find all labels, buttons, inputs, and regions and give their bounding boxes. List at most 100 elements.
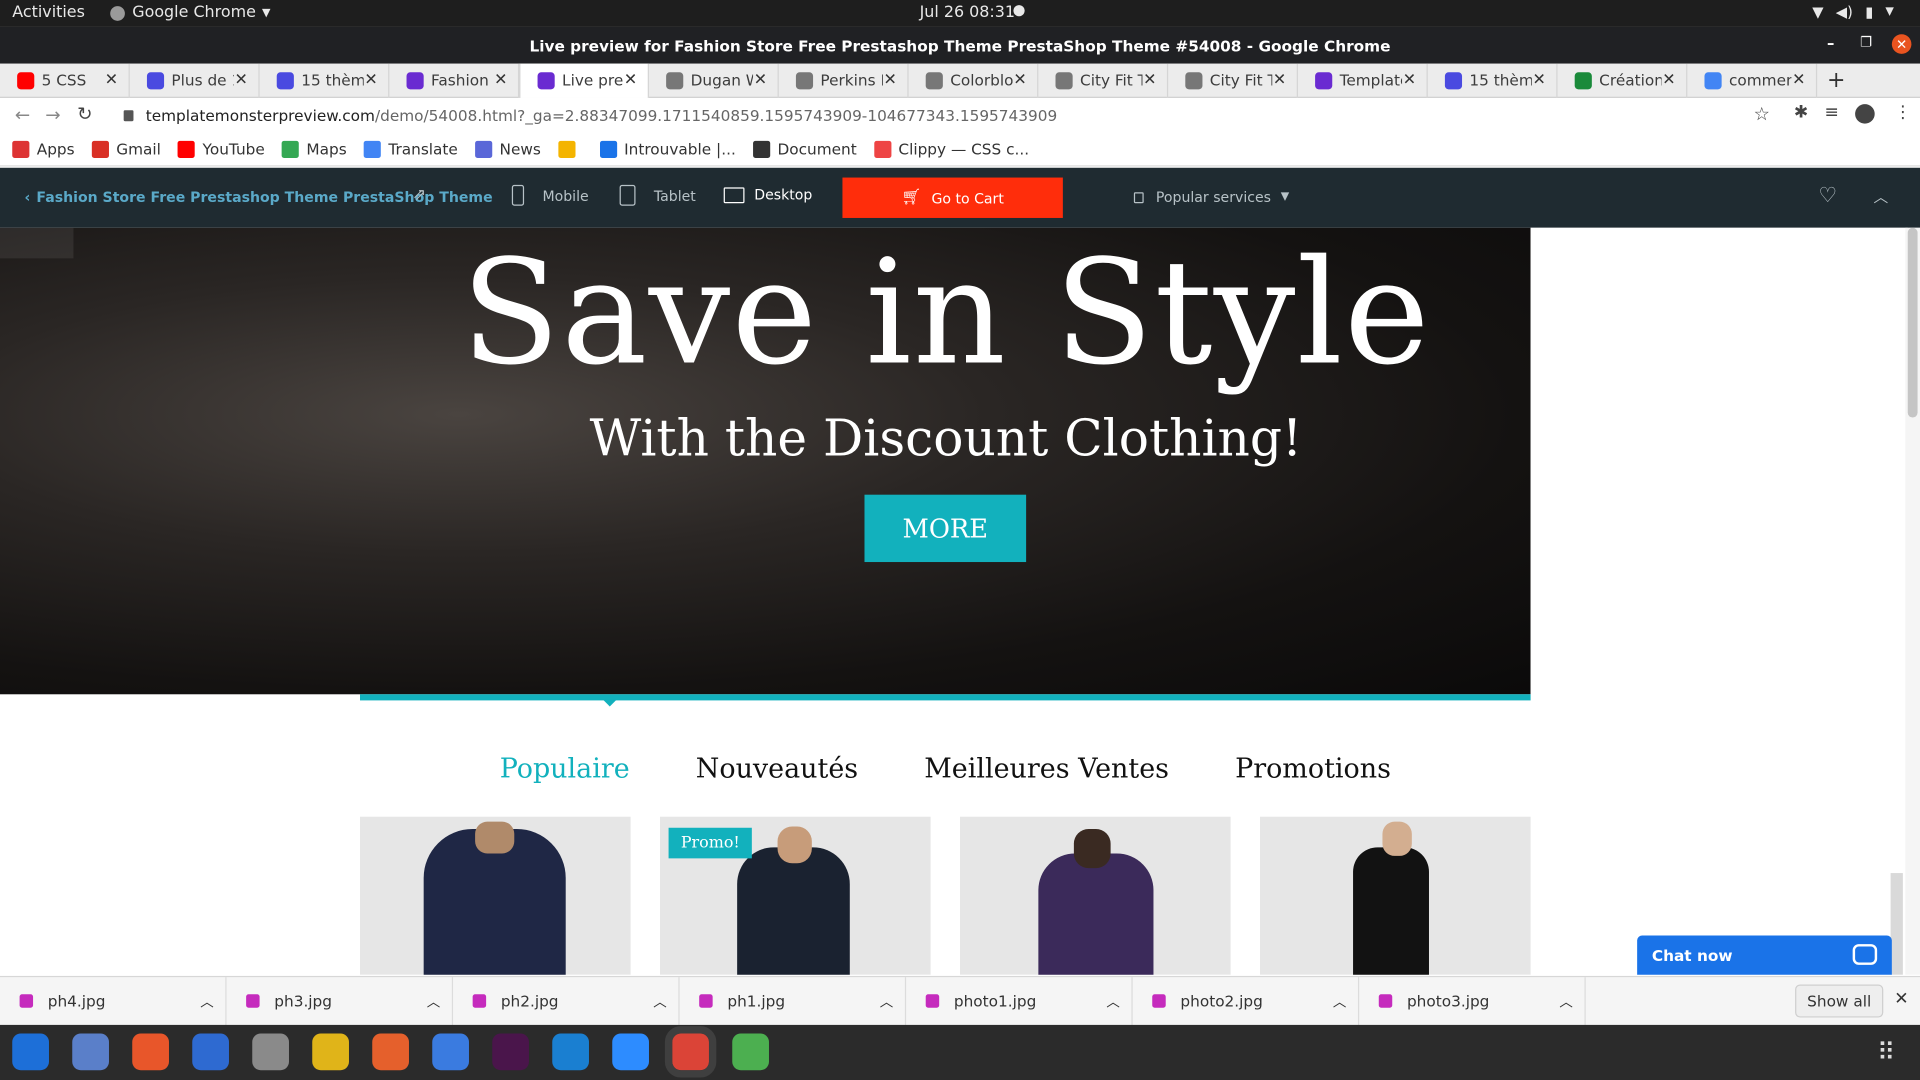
product-card[interactable] — [960, 816, 1231, 975]
app-menu[interactable]: Google Chrome ▼ — [110, 4, 270, 22]
chromium-icon[interactable] — [432, 1033, 469, 1071]
page-scrollbar[interactable] — [1905, 227, 1920, 975]
bookmark-item[interactable]: News — [475, 140, 541, 158]
product-card[interactable] — [360, 816, 631, 975]
product-card[interactable]: Promo! — [660, 816, 931, 975]
product-card[interactable] — [1260, 816, 1531, 975]
chevron-up-icon[interactable]: ︿ — [642, 991, 679, 1011]
tablet-view-button[interactable]: Tablet — [619, 184, 696, 206]
chat-now-widget[interactable]: Chat now — [1637, 935, 1892, 975]
kebab-menu-icon[interactable]: ⋮ — [1894, 103, 1911, 123]
tab-close-icon[interactable]: ✕ — [364, 71, 379, 89]
download-item[interactable]: ph4.jpg ︿ — [0, 976, 227, 1026]
external-link-icon[interactable]: ⇗ — [413, 186, 426, 204]
show-all-button[interactable]: Show all — [1795, 984, 1884, 1018]
browser-tab[interactable]: Live previ✕ — [519, 63, 649, 98]
download-item[interactable]: ph2.jpg ︿ — [453, 976, 680, 1026]
new-tab-button[interactable]: + — [1827, 67, 1845, 93]
software-center-icon[interactable] — [372, 1033, 409, 1071]
activities-button[interactable]: Activities — [12, 4, 85, 22]
rhythmbox-icon[interactable] — [312, 1033, 349, 1071]
tab-close-icon[interactable]: ✕ — [1662, 71, 1677, 89]
browser-tab[interactable]: 5 CSS ✕ — [0, 63, 130, 98]
chevron-up-icon[interactable]: ︿ — [1095, 991, 1132, 1011]
product-tab[interactable]: Meilleures Ventes — [924, 754, 1169, 785]
tab-close-icon[interactable]: ✕ — [1791, 71, 1806, 89]
web-app-icon[interactable] — [732, 1033, 769, 1071]
zoom-icon[interactable] — [612, 1033, 649, 1071]
star-icon[interactable]: ☆ — [1753, 103, 1769, 125]
tab-close-icon[interactable]: ✕ — [753, 71, 768, 89]
tab-close-icon[interactable]: ✕ — [234, 71, 249, 89]
back-arrow-icon[interactable]: ← — [15, 104, 30, 126]
vscode-icon[interactable] — [552, 1033, 589, 1071]
browser-tab[interactable]: Fashion S✕ — [389, 63, 520, 98]
download-item[interactable]: ph1.jpg ︿ — [680, 976, 907, 1026]
download-item[interactable]: photo3.jpg ︿ — [1359, 976, 1586, 1026]
download-item[interactable]: photo2.jpg ︿ — [1133, 976, 1360, 1026]
mobile-view-button[interactable]: Mobile — [511, 184, 589, 206]
go-to-cart-button[interactable]: 🛒︎ Go to Cart — [842, 177, 1063, 218]
tab-close-icon[interactable]: ✕ — [1013, 71, 1028, 89]
chrome-icon[interactable] — [664, 1026, 717, 1078]
browser-tab[interactable]: Création ✕ — [1558, 63, 1688, 98]
forward-arrow-icon[interactable]: → — [45, 104, 60, 126]
bookmark-item[interactable]: Maps — [281, 140, 347, 158]
product-tab[interactable]: Promotions — [1235, 754, 1391, 785]
bookmark-item[interactable]: Apps — [12, 140, 75, 158]
firefox-icon[interactable] — [132, 1033, 169, 1071]
collapse-bar-icon[interactable]: ︿ — [1873, 186, 1888, 207]
tab-close-icon[interactable]: ✕ — [104, 71, 119, 89]
tab-close-icon[interactable]: ✕ — [1142, 71, 1157, 89]
translate-app-icon[interactable] — [72, 1033, 109, 1071]
scrollbar-thumb[interactable] — [1907, 227, 1918, 418]
show-applications-icon[interactable]: ⠿ — [1877, 1037, 1895, 1066]
tab-close-icon[interactable]: ✕ — [1272, 71, 1287, 89]
tab-close-icon[interactable]: ✕ — [1402, 71, 1417, 89]
slack-icon[interactable] — [492, 1033, 529, 1071]
chevron-up-icon[interactable]: ︿ — [1548, 991, 1585, 1011]
download-item[interactable]: ph3.jpg ︿ — [227, 976, 454, 1026]
download-item[interactable]: photo1.jpg ︿ — [906, 976, 1133, 1026]
minimize-icon[interactable]: – — [1827, 34, 1834, 51]
close-window-icon[interactable]: ✕ — [1891, 34, 1912, 54]
bookmark-item[interactable]: Clippy — CSS c... — [873, 140, 1029, 158]
browser-tab[interactable]: Plus de 1✕ — [130, 63, 260, 98]
bookmark-item[interactable]: Translate — [363, 140, 458, 158]
system-tray[interactable]: ▼ ◀) ▮ ▼ — [1812, 4, 1894, 21]
browser-tab[interactable]: comment✕ — [1687, 63, 1818, 98]
browser-tab[interactable]: City Fit Tu✕ — [1168, 63, 1298, 98]
reload-icon[interactable]: ↻ — [77, 103, 92, 125]
more-button[interactable]: MORE — [864, 494, 1027, 563]
product-tab[interactable]: Populaire — [500, 754, 630, 785]
chevron-up-icon[interactable]: ︿ — [1321, 991, 1358, 1011]
browser-tab[interactable]: City Fit Tu✕ — [1038, 63, 1169, 98]
omnibox[interactable]: templatemonsterpreview.com/demo/54008.ht… — [108, 102, 1783, 129]
desktop-view-button[interactable]: Desktop — [723, 186, 812, 203]
maximize-icon[interactable]: ❐ — [1860, 34, 1872, 50]
close-downloads-icon[interactable]: ✕ — [1894, 989, 1908, 1009]
browser-tab[interactable]: 15 thème✕ — [260, 63, 390, 98]
heart-icon[interactable]: ♡ — [1818, 184, 1837, 208]
browser-tab[interactable]: 15 thème✕ — [1428, 63, 1558, 98]
chevron-up-icon[interactable]: ︿ — [189, 991, 226, 1011]
browser-tab[interactable]: Dugan W✕ — [649, 63, 779, 98]
chevron-up-icon[interactable]: ︿ — [415, 991, 452, 1011]
extensions-puzzle-icon[interactable]: ✱ — [1794, 103, 1808, 123]
bookmark-item[interactable]: YouTube — [178, 140, 265, 158]
thunderbird-icon[interactable] — [192, 1033, 229, 1071]
help-icon[interactable] — [12, 1033, 49, 1071]
profile-avatar[interactable] — [1855, 104, 1875, 124]
bookmark-item[interactable]: Gmail — [91, 140, 161, 158]
inner-scrollbar-thumb[interactable] — [1890, 873, 1903, 975]
tab-close-icon[interactable]: ✕ — [1532, 71, 1547, 89]
clock[interactable]: Jul 26 08:31 — [920, 4, 1015, 22]
popular-services-dropdown[interactable]: Popular services ▼ — [1133, 189, 1289, 206]
product-tab[interactable]: Nouveautés — [696, 754, 858, 785]
browser-tab[interactable]: Template✕ — [1298, 63, 1428, 98]
files-icon[interactable] — [252, 1033, 289, 1071]
browser-tab[interactable]: Perkins P ✕ — [779, 63, 909, 98]
chevron-up-icon[interactable]: ︿ — [868, 991, 905, 1011]
tab-close-icon[interactable]: ✕ — [623, 71, 638, 89]
media-controls-icon[interactable]: ≡ — [1824, 103, 1838, 123]
